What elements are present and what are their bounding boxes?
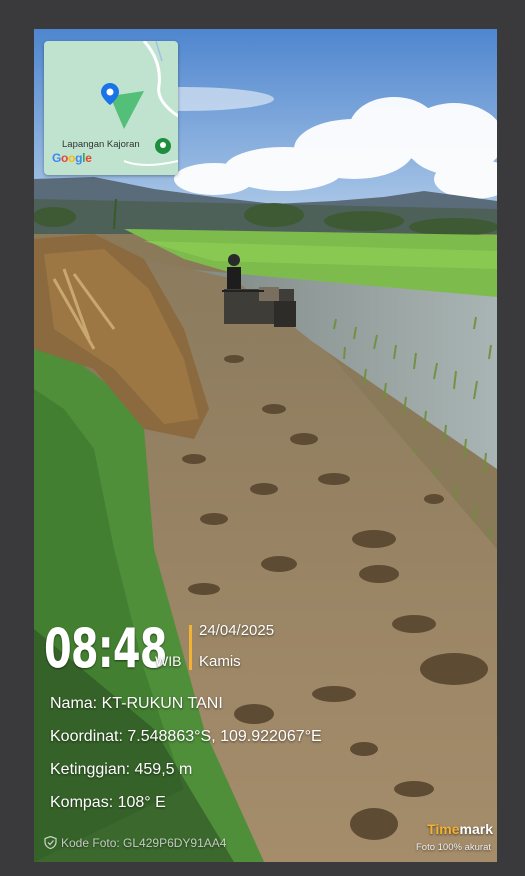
place-marker-icon xyxy=(155,138,171,154)
stamp-time: 08:48 xyxy=(44,617,168,680)
photo: Lapangan Kajoran Google 08:48 WIB 24/04/… xyxy=(34,29,497,862)
stamp-date: 24/04/2025 xyxy=(199,622,275,639)
stamp-divider xyxy=(189,625,192,670)
location-pin-icon xyxy=(101,83,119,105)
google-logo: Google xyxy=(52,151,92,165)
stamp-compass: Kompas: 108° E xyxy=(50,794,166,811)
shield-check-icon xyxy=(44,836,57,849)
stamp-coordinates: Koordinat: 7.548863°S, 109.922067°E xyxy=(50,728,322,745)
stamp-timezone: WIB xyxy=(155,653,182,669)
stamp-name: Nama: KT-RUKUN TANI xyxy=(50,695,223,712)
timemark-tagline: Foto 100% akurat xyxy=(416,842,491,853)
timemark-logo: Timemark xyxy=(427,821,493,837)
stamp-day: Kamis xyxy=(199,653,241,670)
map-place-name: Lapangan Kajoran xyxy=(62,139,140,150)
map-thumbnail[interactable]: Lapangan Kajoran Google xyxy=(44,41,178,175)
stamp-elevation: Ketinggian: 459,5 m xyxy=(50,761,193,778)
stamp-photo-code: Kode Foto: GL429P6DY91AA4 xyxy=(61,836,227,850)
